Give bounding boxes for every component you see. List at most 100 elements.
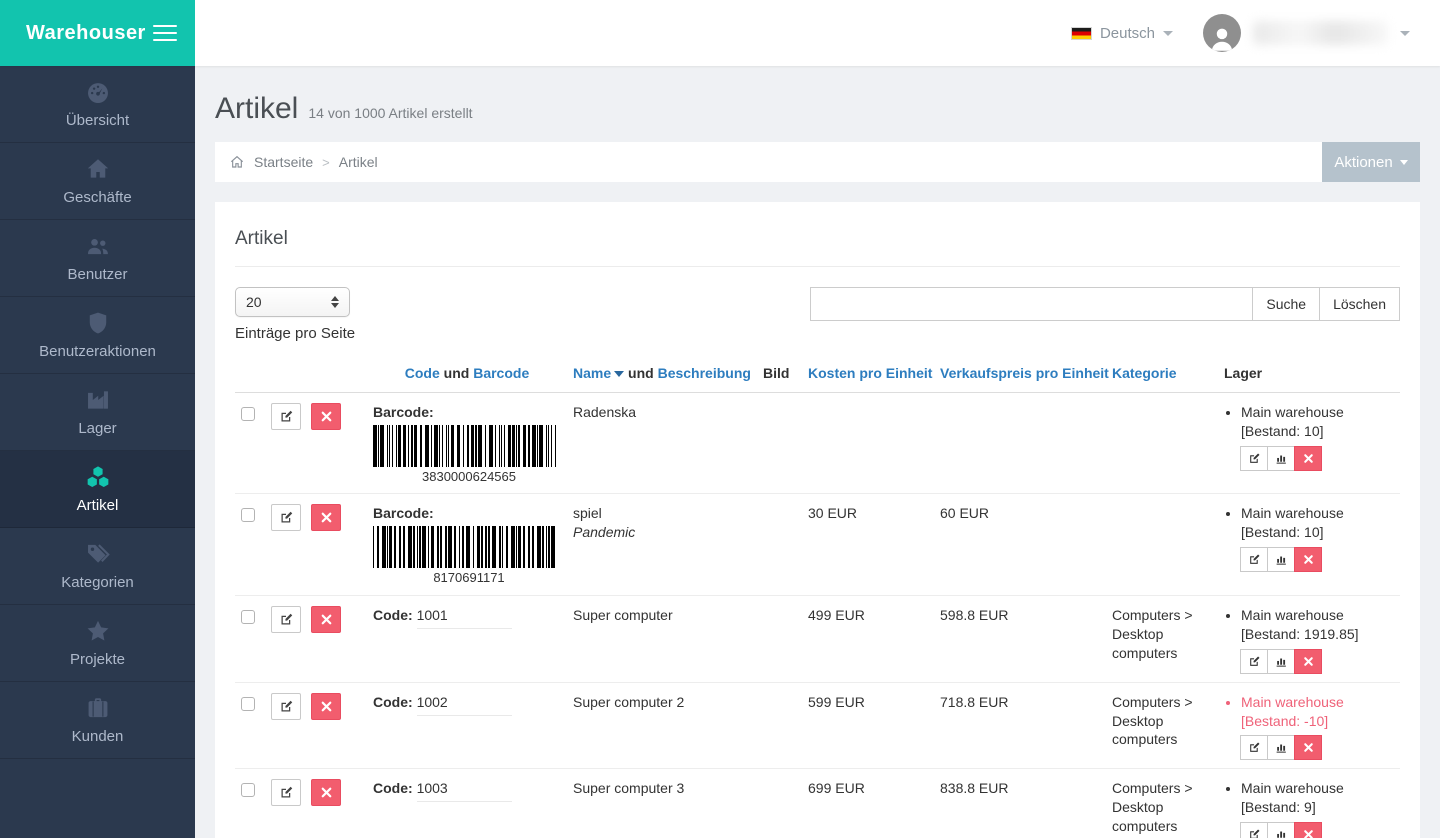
bar-chart-icon (1275, 655, 1288, 668)
x-icon (1302, 741, 1315, 754)
sort-name-link[interactable]: Name (573, 365, 611, 381)
edit-stock-button[interactable] (1240, 822, 1268, 838)
sort-beschreibung-link[interactable]: Beschreibung (658, 365, 751, 381)
code-value-editable[interactable]: 1003 (417, 779, 512, 802)
code-barcode-cell: Barcode: 8170691171 (367, 494, 567, 595)
x-icon (319, 409, 334, 424)
delete-article-button[interactable] (311, 779, 341, 806)
sidebar-item-benutzer[interactable]: Benutzer (0, 220, 195, 297)
cost-cell: 499 EUR (802, 595, 934, 682)
pencil-square-icon (279, 510, 294, 525)
hamburger-menu-icon[interactable] (153, 25, 177, 41)
actions-button[interactable]: Aktionen (1322, 142, 1420, 182)
x-icon (319, 785, 334, 800)
delete-article-button[interactable] (311, 693, 341, 720)
language-label: Deutsch (1100, 25, 1155, 42)
stock-history-chart-button[interactable] (1267, 446, 1295, 471)
barcode-number: 3830000624565 (373, 468, 565, 486)
edit-stock-button[interactable] (1240, 649, 1268, 674)
cost-cell: 599 EUR (802, 682, 934, 769)
row-checkbox[interactable] (241, 697, 255, 711)
delete-stock-button[interactable] (1294, 735, 1322, 760)
brand-logo: Warehouser (26, 22, 146, 45)
x-icon (319, 612, 334, 627)
lager-cell: Main warehouse [Bestand: 1919.85] (1218, 595, 1400, 682)
row-checkbox[interactable] (241, 508, 255, 522)
warehouse-name: Main warehouse (1241, 505, 1344, 521)
sort-direction-icon (614, 371, 624, 377)
warehouse-stock: [Bestand: 10] (1241, 423, 1324, 439)
sidebar-item--bersicht[interactable]: Übersicht (0, 66, 195, 143)
table-row: Code: 1003 Super computer 3 699 EUR 838.… (235, 769, 1400, 838)
col-header-code-barcode: Code und Barcode (367, 356, 567, 393)
edit-stock-button[interactable] (1240, 446, 1268, 471)
bild-cell (757, 393, 802, 494)
divider (235, 266, 1400, 267)
bild-cell (757, 682, 802, 769)
warehouse-stock: [Bestand: 9] (1241, 799, 1316, 815)
username-redacted (1253, 21, 1388, 45)
sidebar-item-benutzeraktionen[interactable]: Benutzeraktionen (0, 297, 195, 374)
search-button[interactable]: Suche (1252, 287, 1320, 321)
search-input[interactable] (810, 287, 1253, 321)
breadcrumb-current: Artikel (339, 154, 378, 170)
sidebar-item-kunden[interactable]: Kunden (0, 682, 195, 759)
per-page-control: 20 Einträge pro Seite (235, 287, 355, 342)
delete-article-button[interactable] (311, 403, 341, 430)
sort-code-link[interactable]: Code (405, 365, 440, 381)
price-cell: 60 EUR (934, 494, 1106, 595)
delete-article-button[interactable] (311, 504, 341, 531)
breadcrumb-link-home[interactable]: Startseite (254, 154, 313, 170)
per-page-select[interactable]: 20 (235, 287, 350, 317)
sort-kosten-link[interactable]: Kosten pro Einheit (808, 365, 932, 381)
lager-cell: Main warehouse [Bestand: 10] (1218, 494, 1400, 595)
col-header-kosten: Kosten pro Einheit (802, 356, 934, 393)
stock-history-chart-button[interactable] (1267, 547, 1295, 572)
row-checkbox[interactable] (241, 407, 255, 421)
stock-history-chart-button[interactable] (1267, 822, 1295, 838)
pencil-square-icon (1248, 553, 1261, 566)
sidebar-item-artikel[interactable]: Artikel (0, 451, 195, 528)
code-value-editable[interactable]: 1002 (417, 693, 512, 716)
delete-article-button[interactable] (311, 606, 341, 633)
language-selector[interactable]: Deutsch (1071, 25, 1173, 42)
code-value-editable[interactable]: 1001 (417, 606, 512, 629)
delete-stock-button[interactable] (1294, 547, 1322, 572)
clear-search-button[interactable]: Löschen (1319, 287, 1400, 321)
category-cell: Computers > Desktop computers (1106, 769, 1218, 838)
edit-article-button[interactable] (271, 693, 301, 720)
breadcrumb: Startseite > Artikel (215, 142, 1322, 182)
sidebar-item-kategorien[interactable]: Kategorien (0, 528, 195, 605)
sort-kategorie-link[interactable]: Kategorie (1112, 365, 1177, 381)
delete-stock-button[interactable] (1294, 822, 1322, 838)
edit-stock-button[interactable] (1240, 735, 1268, 760)
sort-verkaufspreis-link[interactable]: Verkaufspreis pro Einheit (940, 365, 1109, 381)
edit-article-button[interactable] (271, 779, 301, 806)
warehouse-stock: [Bestand: 10] (1241, 524, 1324, 540)
edit-article-button[interactable] (271, 403, 301, 430)
article-name: Super computer 2 (573, 693, 751, 712)
users-icon (85, 233, 111, 259)
sidebar-item-projekte[interactable]: Projekte (0, 605, 195, 682)
user-menu[interactable] (1203, 14, 1410, 52)
warehouse-stock: [Bestand: -10] (1241, 713, 1328, 729)
lager-cell: Main warehouse [Bestand: 10] (1218, 393, 1400, 494)
row-checkbox[interactable] (241, 610, 255, 624)
factory-icon (85, 387, 111, 413)
edit-article-button[interactable] (271, 606, 301, 633)
chevron-down-icon (1400, 31, 1410, 36)
stock-history-chart-button[interactable] (1267, 735, 1295, 760)
row-checkbox[interactable] (241, 783, 255, 797)
sidebar-item-gesch-fte[interactable]: Geschäfte (0, 143, 195, 220)
edit-article-button[interactable] (271, 504, 301, 531)
sidebar-item-lager[interactable]: Lager (0, 374, 195, 451)
delete-stock-button[interactable] (1294, 649, 1322, 674)
page-title: Artikel (215, 92, 298, 126)
stock-history-chart-button[interactable] (1267, 649, 1295, 674)
edit-stock-button[interactable] (1240, 547, 1268, 572)
bar-chart-icon (1275, 553, 1288, 566)
x-icon (1302, 828, 1315, 838)
sort-barcode-link[interactable]: Barcode (473, 365, 529, 381)
delete-stock-button[interactable] (1294, 446, 1322, 471)
shield-icon (85, 310, 111, 336)
